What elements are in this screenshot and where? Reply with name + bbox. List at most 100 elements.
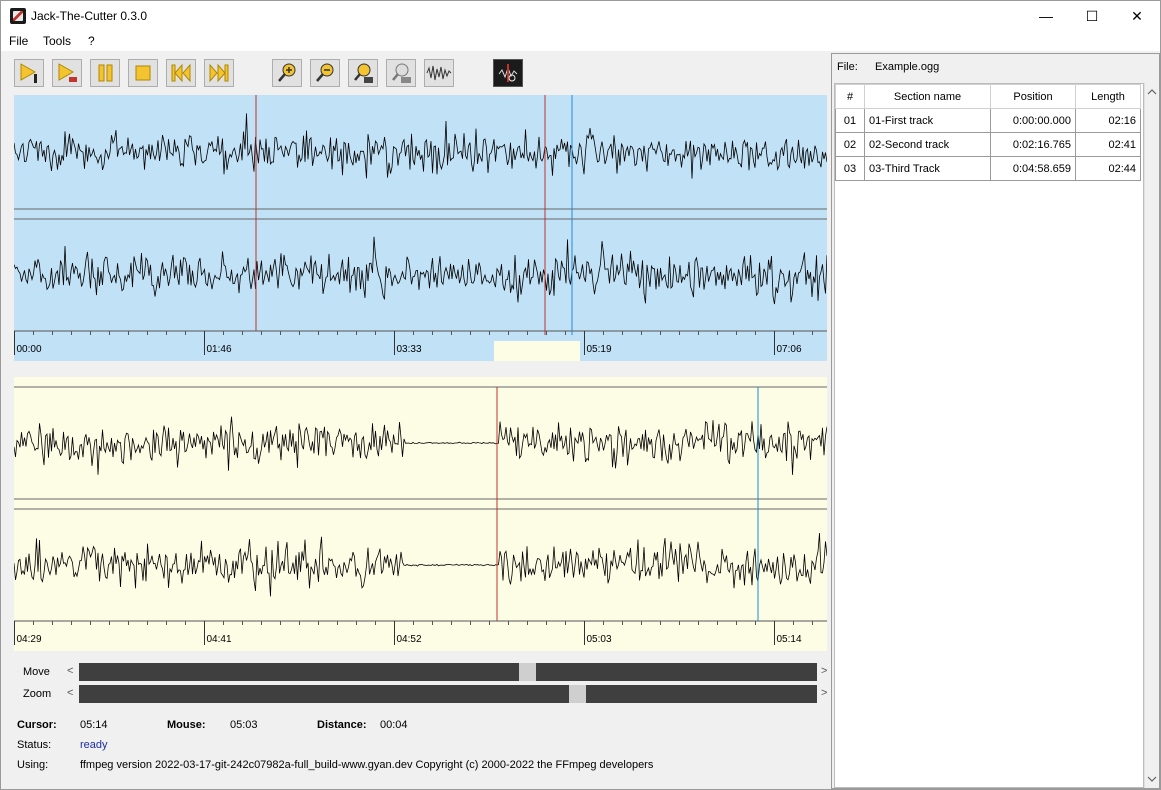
stop-icon — [135, 65, 151, 81]
mouse-value: 05:03 — [230, 719, 258, 731]
skip-back-icon — [171, 63, 191, 83]
detail-tick-label: 05:14 — [777, 634, 802, 645]
row-section-name[interactable]: 03-Third Track — [864, 156, 991, 181]
waveform-button[interactable] — [424, 59, 454, 87]
overview-waveform[interactable]: 00:00 01:46 03:33 05:19 07:06 — [14, 95, 827, 361]
using-label: Using: — [17, 759, 49, 771]
row-position[interactable]: 0:02:16.765 — [990, 132, 1076, 157]
table-row[interactable]: 01 01-First track 0:00:00.000 02:16 — [835, 108, 1141, 133]
zoom-out-icon — [316, 63, 334, 82]
play-section-button[interactable] — [52, 59, 82, 87]
section-table: # Section name Position Length 01 01-Fir… — [835, 84, 1141, 181]
overview-channel-right — [14, 236, 827, 305]
move-right-arrow[interactable]: > — [821, 665, 827, 677]
status-label: Status: — [17, 739, 52, 751]
overview-visible-range — [494, 341, 580, 361]
move-left-arrow[interactable]: < — [67, 665, 73, 677]
table-row[interactable]: 02 02-Second track 0:02:16.765 02:41 — [835, 132, 1141, 157]
detail-tick-label: 05:03 — [587, 634, 612, 645]
overview-tick-label: 07:06 — [777, 344, 802, 355]
zoom-slider-thumb[interactable] — [569, 685, 586, 703]
close-button[interactable]: ✕ — [1114, 1, 1160, 31]
row-length: 02:41 — [1075, 132, 1141, 157]
mouse-label: Mouse: — [167, 719, 206, 731]
zoom-slider-label: Zoom — [23, 688, 52, 700]
move-slider-label: Move — [23, 666, 50, 678]
row-number: 03 — [835, 156, 865, 181]
section-table-container: # Section name Position Length 01 01-Fir… — [834, 83, 1144, 788]
zoom-fit-icon — [392, 63, 411, 83]
file-label: File: — [837, 61, 858, 73]
zoom-to-section-button[interactable] — [348, 59, 378, 87]
using-value: ffmpeg version 2022-03-17-git-242c07982a… — [80, 759, 654, 771]
column-header-number[interactable]: # — [835, 84, 865, 109]
minimize-button[interactable]: — — [1023, 1, 1069, 31]
overview-waveform-canvas: 00:00 01:46 03:33 05:19 07:06 — [14, 95, 827, 361]
section-panel: File: Example.ogg # Section name Positio… — [831, 53, 1160, 789]
detail-tick-label: 04:29 — [17, 634, 42, 645]
window-title: Jack-The-Cutter 0.3.0 — [31, 9, 148, 23]
file-name: Example.ogg — [875, 61, 940, 73]
column-header-length[interactable]: Length — [1075, 84, 1141, 109]
scroll-up-icon[interactable] — [1145, 87, 1159, 97]
move-slider[interactable] — [79, 663, 817, 681]
zoom-left-arrow[interactable]: < — [67, 687, 73, 699]
detail-tick-label: 04:41 — [207, 634, 232, 645]
cursor-label: Cursor: — [17, 719, 57, 731]
title-bar: Jack-The-Cutter 0.3.0 — ☐ ✕ — [1, 1, 1160, 31]
distance-value: 00:04 — [380, 719, 408, 731]
detail-channel-right — [14, 532, 827, 597]
detail-channel-left — [14, 416, 827, 475]
skip-forward-icon — [209, 63, 229, 83]
row-position[interactable]: 0:04:58.659 — [990, 156, 1076, 181]
row-section-name[interactable]: 02-Second track — [864, 132, 991, 157]
menu-tools[interactable]: Tools — [43, 34, 71, 48]
menu-file[interactable]: File — [9, 34, 28, 48]
overview-tick-label: 05:19 — [587, 344, 612, 355]
cut-button[interactable] — [493, 59, 523, 87]
zoom-slider[interactable] — [79, 685, 817, 703]
overview-channel-left — [14, 113, 827, 179]
column-header-position[interactable]: Position — [990, 84, 1076, 109]
row-length: 02:16 — [1075, 108, 1141, 133]
zoom-fit-button[interactable] — [386, 59, 416, 87]
row-number: 02 — [835, 132, 865, 157]
menu-bar: File Tools ? — [1, 31, 1160, 51]
detail-waveform-canvas: 04:29 04:41 04:52 05:03 05:14 — [14, 386, 827, 645]
row-section-name[interactable]: 01-First track — [864, 108, 991, 133]
overview-tick-label: 00:00 — [17, 344, 42, 355]
waveform-icon — [426, 65, 452, 81]
zoom-to-section-icon — [354, 63, 373, 83]
column-header-section-name[interactable]: Section name — [864, 84, 991, 109]
play-from-start-button[interactable] — [14, 59, 44, 87]
detail-waveform[interactable]: 04:29 04:41 04:52 05:03 05:14 — [14, 377, 827, 651]
table-header-row: # Section name Position Length — [835, 84, 1141, 109]
main-window: Jack-The-Cutter 0.3.0 — ☐ ✕ File Tools ? — [0, 0, 1161, 790]
table-row[interactable]: 03 03-Third Track 0:04:58.659 02:44 — [835, 156, 1141, 181]
row-length: 02:44 — [1075, 156, 1141, 181]
cursor-value: 05:14 — [80, 719, 108, 731]
pause-icon — [98, 64, 113, 82]
row-number: 01 — [835, 108, 865, 133]
scroll-down-icon[interactable] — [1145, 774, 1159, 784]
zoom-out-button[interactable] — [310, 59, 340, 87]
overview-tick-label: 03:33 — [397, 344, 422, 355]
skip-forward-button[interactable] — [204, 59, 234, 87]
status-value: ready — [80, 739, 108, 751]
menu-help[interactable]: ? — [88, 34, 95, 48]
detail-tick-label: 04:52 — [397, 634, 422, 645]
section-table-scrollbar[interactable] — [1144, 83, 1159, 788]
pause-button[interactable] — [90, 59, 120, 87]
app-logo-icon — [10, 8, 26, 24]
skip-back-button[interactable] — [166, 59, 196, 87]
zoom-in-icon — [278, 63, 296, 82]
move-slider-thumb[interactable] — [519, 663, 536, 681]
overview-tick-label: 01:46 — [207, 344, 232, 355]
play-from-start-icon — [20, 63, 37, 83]
zoom-in-button[interactable] — [272, 59, 302, 87]
zoom-right-arrow[interactable]: > — [821, 687, 827, 699]
maximize-button[interactable]: ☐ — [1069, 1, 1115, 31]
stop-button[interactable] — [128, 59, 158, 87]
play-section-icon — [58, 63, 77, 82]
row-position[interactable]: 0:00:00.000 — [990, 108, 1076, 133]
